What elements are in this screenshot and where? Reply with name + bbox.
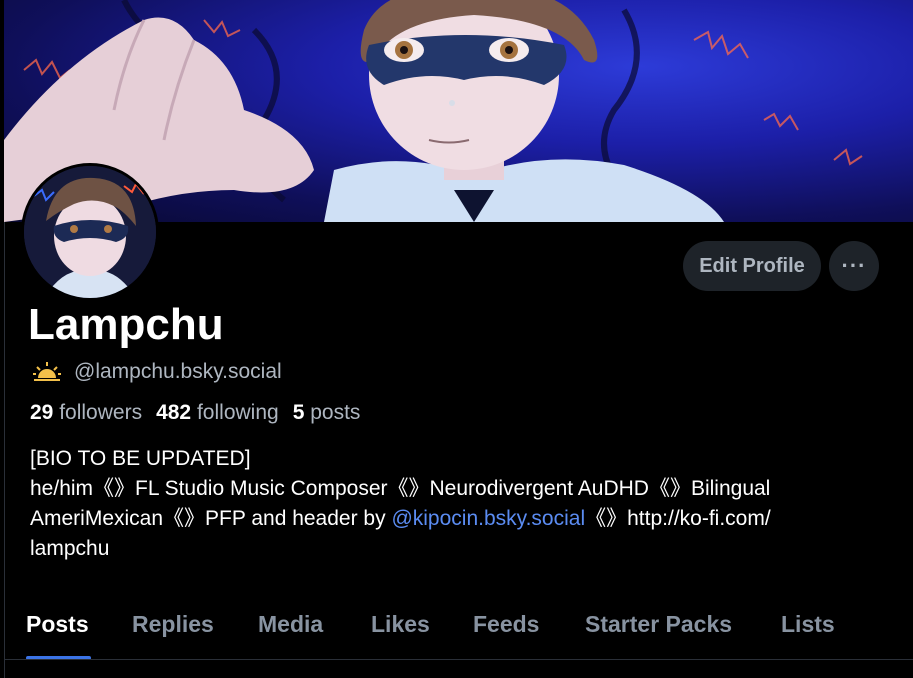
- sunrise-icon: [33, 362, 61, 381]
- followers-stat[interactable]: 29 followers: [30, 401, 142, 425]
- display-name: Lampchu: [28, 300, 224, 349]
- bio-mention-link[interactable]: @kipocin.bsky.social: [391, 507, 585, 530]
- edit-profile-button[interactable]: Edit Profile: [683, 241, 821, 291]
- tab-feeds[interactable]: Feeds: [473, 600, 539, 658]
- following-count: 482: [156, 401, 192, 424]
- posts-label: posts: [310, 401, 361, 424]
- avatar[interactable]: [21, 163, 159, 301]
- bio-line: AmeriMexican《》PFP and header by @kipocin…: [30, 504, 890, 534]
- bio-text: AmeriMexican《》PFP and header by: [30, 507, 392, 530]
- more-options-button[interactable]: ···: [829, 241, 879, 291]
- tab-starter-packs[interactable]: Starter Packs: [585, 600, 732, 658]
- profile-bio: [BIO TO BE UPDATED] he/him《》FL Studio Mu…: [30, 444, 890, 564]
- profile-stats: 29 followers 482 following 5 posts: [30, 401, 374, 425]
- handle-row: @lampchu.bsky.social: [32, 360, 282, 384]
- posts-stat: 5 posts: [293, 401, 361, 425]
- handle[interactable]: @lampchu.bsky.social: [74, 360, 282, 384]
- tab-media[interactable]: Media: [258, 600, 323, 658]
- posts-count: 5: [292, 401, 305, 424]
- tab-likes[interactable]: Likes: [371, 600, 430, 658]
- following-stat[interactable]: 482 following: [156, 401, 279, 425]
- following-label: following: [196, 401, 279, 424]
- profile-tabs: Posts Replies Media Likes Feeds Starter …: [4, 600, 913, 660]
- more-dots-icon: ···: [841, 253, 867, 278]
- followers-label: followers: [59, 401, 143, 424]
- followers-count: 29: [30, 401, 54, 424]
- tabs-divider: [4, 659, 913, 660]
- tab-replies[interactable]: Replies: [132, 600, 214, 658]
- bio-line: he/him《》FL Studio Music Composer《》Neurod…: [30, 477, 771, 500]
- bio-url-link[interactable]: 《》http://ko-fi.com/: [585, 507, 771, 530]
- tab-posts[interactable]: Posts: [26, 600, 89, 658]
- avatar-illustration: [24, 166, 156, 298]
- tab-lists[interactable]: Lists: [781, 600, 835, 658]
- bio-url-link[interactable]: lampchu: [30, 534, 890, 564]
- bio-line: [BIO TO BE UPDATED]: [30, 447, 251, 470]
